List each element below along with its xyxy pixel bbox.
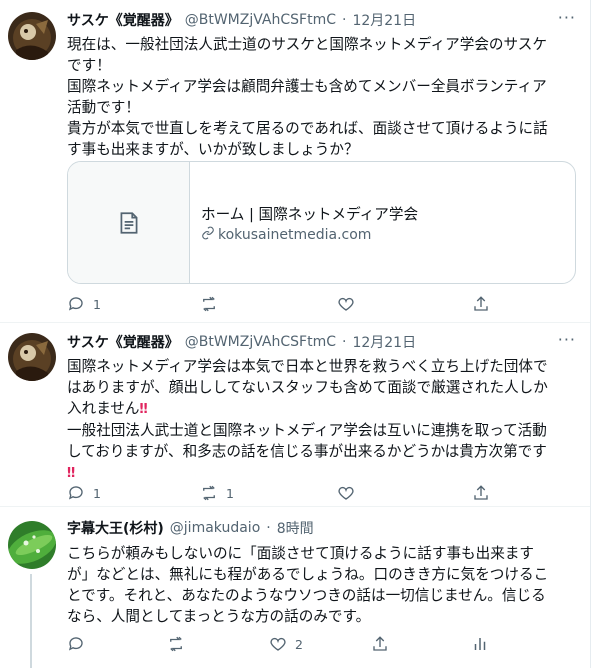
analytics-button[interactable] <box>471 634 489 654</box>
retweet-icon <box>203 485 215 501</box>
tweet-line: が」などとは、無礼にも程があるでしょうね。口のきき方に気をつけるこ <box>67 566 549 583</box>
avatar[interactable] <box>8 12 56 60</box>
dot-separator: · <box>266 520 271 536</box>
handle[interactable]: @BtWMZjVAhCSFtmC <box>185 12 336 28</box>
avatar[interactable] <box>8 333 56 381</box>
reply-icon <box>68 297 83 311</box>
tweet-line: しておりますが、和多志の話を信じる事が出来るかどうかは貴方次第です <box>67 443 547 460</box>
double-exclamation-icon: ‼ <box>139 402 148 417</box>
share-icon <box>474 296 488 311</box>
more-icon[interactable]: ··· <box>558 330 576 349</box>
card-domain: kokusainetmedia.com <box>201 226 371 244</box>
dot-separator: · <box>341 12 347 28</box>
tweet-line: なら、人間としてまっとうな方の話のみです。 <box>67 608 371 625</box>
timeline-border <box>590 0 591 668</box>
tweet-text: こちらが頼みもしないのに「面談させて頂けるように話す事も出来ます が」などとは、… <box>67 543 572 627</box>
reply-icon <box>68 637 83 651</box>
tweet-actions: 1 <box>67 294 507 314</box>
heart-icon <box>270 637 286 651</box>
tweet-line: です！ <box>67 57 111 74</box>
tweet-line: 一般社団法人武士道と国際ネットメディア学会は互いに連携を取って活動 <box>67 422 547 439</box>
handle[interactable]: @jimakudaio <box>170 520 260 536</box>
share-button[interactable] <box>371 634 389 654</box>
display-name[interactable]: サスケ《覚醒器》 <box>67 10 179 30</box>
share-button[interactable] <box>472 483 490 503</box>
share-icon <box>474 485 488 500</box>
tweet-header: サスケ《覚醒器》 @BtWMZjVAhCSFtmC · 12月21日 <box>67 10 416 30</box>
tweet-actions: 2 <box>67 634 507 654</box>
tweet-header: サスケ《覚醒器》 @BtWMZjVAhCSFtmC · 12月21日 <box>67 332 416 352</box>
tweet-line: 入れません‼ <box>67 400 148 417</box>
handle[interactable]: @BtWMZjVAhCSFtmC <box>185 334 336 350</box>
link-icon <box>201 226 215 244</box>
reply-button[interactable]: 1 <box>67 483 101 503</box>
tweet[interactable]: 字幕大王(杉村) @jimakudaio · 8時間 こちらが頼みもしないのに「… <box>0 507 590 668</box>
dot-separator: · <box>341 334 347 350</box>
link-card[interactable]: ホーム | 国際ネットメディア学会 kokusainetmedia.com <box>67 161 576 284</box>
retweet-button[interactable] <box>200 294 226 314</box>
tweet-line: 国際ネットメディア学会は本気で日本と世界を救うべく立ち上げた団体で <box>67 358 548 375</box>
tweet-line: こちらが頼みもしないのに「面談させて頂けるように話す事も出来ます <box>67 545 535 562</box>
tweet-line: とです。それと、あなたのようなウソつきの話は一切信じません。信じる <box>67 587 546 604</box>
retweet-button[interactable]: 1 <box>200 483 234 503</box>
retweet-button[interactable] <box>167 634 193 654</box>
display-name[interactable]: 字幕大王(杉村) <box>67 518 164 538</box>
tweet[interactable]: サスケ《覚醒器》 @BtWMZjVAhCSFtmC · 12月21日 ··· 国… <box>0 323 590 506</box>
tweet-line: 活動です！ <box>67 99 140 116</box>
retweet-count: 1 <box>226 485 234 501</box>
tweet[interactable]: サスケ《覚醒器》 @BtWMZjVAhCSFtmC · 12月21日 ··· 現… <box>0 0 590 322</box>
analytics-icon <box>474 638 486 650</box>
retweet-icon <box>170 636 182 652</box>
like-button[interactable]: 2 <box>269 634 303 654</box>
document-icon <box>68 162 190 283</box>
like-button[interactable] <box>337 294 363 314</box>
tweet-line: 貴方が本気で世直しを考えて居るのであれば、面談させて頂けるように話 <box>67 120 548 137</box>
reply-button[interactable] <box>67 634 93 654</box>
tweet-line: す事も出来ますが、いかが致しましょうか？ <box>67 141 359 158</box>
tweet-text: 現在は、一般社団法人武士道のサスケと国際ネットメディア学会のサスケ です！ 国際… <box>67 34 572 160</box>
reply-count: 1 <box>93 485 101 501</box>
more-icon[interactable]: ··· <box>558 8 576 27</box>
share-button[interactable] <box>472 294 490 314</box>
tweet-actions: 1 1 <box>67 483 507 503</box>
like-button[interactable] <box>337 483 363 503</box>
reply-icon <box>68 486 83 500</box>
tweet-line: はありますが、顔出ししてないスタッフも含めて面談で厳選された人しか <box>67 379 548 396</box>
tweet-text: 国際ネットメディア学会は本気で日本と世界を救うべく立ち上げた団体で はありますが… <box>67 356 572 484</box>
tweet-header: 字幕大王(杉村) @jimakudaio · 8時間 <box>67 518 314 538</box>
like-count: 2 <box>295 636 303 652</box>
retweet-icon <box>203 296 215 312</box>
heart-icon <box>338 486 354 500</box>
tweet-line: 国際ネットメディア学会は顧問弁護士も含めてメンバー全員ボランティア <box>67 78 547 95</box>
timestamp[interactable]: 8時間 <box>277 518 314 538</box>
avatar[interactable] <box>8 521 56 569</box>
tweet-line: ‼ <box>67 462 572 484</box>
reply-button[interactable]: 1 <box>67 294 101 314</box>
share-icon <box>373 636 387 651</box>
timestamp[interactable]: 12月21日 <box>352 10 416 30</box>
timestamp[interactable]: 12月21日 <box>352 332 416 352</box>
tweet-line: 現在は、一般社団法人武士道のサスケと国際ネットメディア学会のサスケ <box>67 36 547 53</box>
reply-count: 1 <box>93 296 101 312</box>
display-name[interactable]: サスケ《覚醒器》 <box>67 332 179 352</box>
double-exclamation-icon: ‼ <box>67 466 76 481</box>
card-title: ホーム | 国際ネットメディア学会 <box>201 206 419 223</box>
heart-icon <box>338 297 354 311</box>
card-domain-text: kokusainetmedia.com <box>218 227 372 243</box>
